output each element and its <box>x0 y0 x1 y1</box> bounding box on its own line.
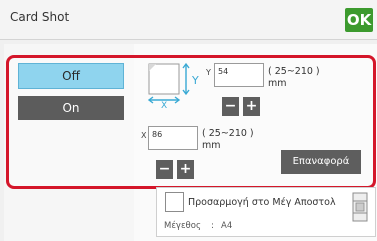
paper-size-separator: : <box>211 221 214 231</box>
screen-title: Card Shot <box>10 10 70 24</box>
fit-to-send-size-label: Προσαρμογή στο Μέγ Αποστολ <box>188 197 336 208</box>
paper-size-value: A4 <box>221 221 233 231</box>
y-unit-label: mm <box>268 78 287 89</box>
y-axis-label: Y <box>206 68 211 77</box>
x-increment-button[interactable]: + <box>177 160 194 179</box>
reset-button[interactable]: Επαναφορά <box>281 150 361 174</box>
title-bar: Card Shot OK <box>0 0 377 40</box>
fit-to-send-size-checkbox[interactable] <box>165 192 184 212</box>
y-increment-button[interactable]: + <box>243 97 260 116</box>
y-range-label: ( 25~210 ) <box>268 66 320 77</box>
x-decrement-button[interactable]: − <box>156 160 173 179</box>
fit-scale-icon <box>352 192 368 222</box>
on-button[interactable]: On <box>18 96 124 120</box>
x-value-input[interactable]: 86 <box>148 126 198 150</box>
off-button[interactable]: Off <box>18 63 124 89</box>
ok-button[interactable]: OK <box>345 8 373 32</box>
x-axis-label: X <box>141 131 147 140</box>
paper-size-label: Μέγεθος <box>164 221 201 231</box>
card-size-icon: Y X <box>147 62 199 108</box>
x-unit-label: mm <box>202 140 221 151</box>
svg-text:X: X <box>161 101 167 108</box>
svg-text:Y: Y <box>191 74 199 87</box>
y-decrement-button[interactable]: − <box>222 97 239 116</box>
y-value-input[interactable]: 54 <box>214 63 264 87</box>
x-range-label: ( 25~210 ) <box>202 128 254 139</box>
